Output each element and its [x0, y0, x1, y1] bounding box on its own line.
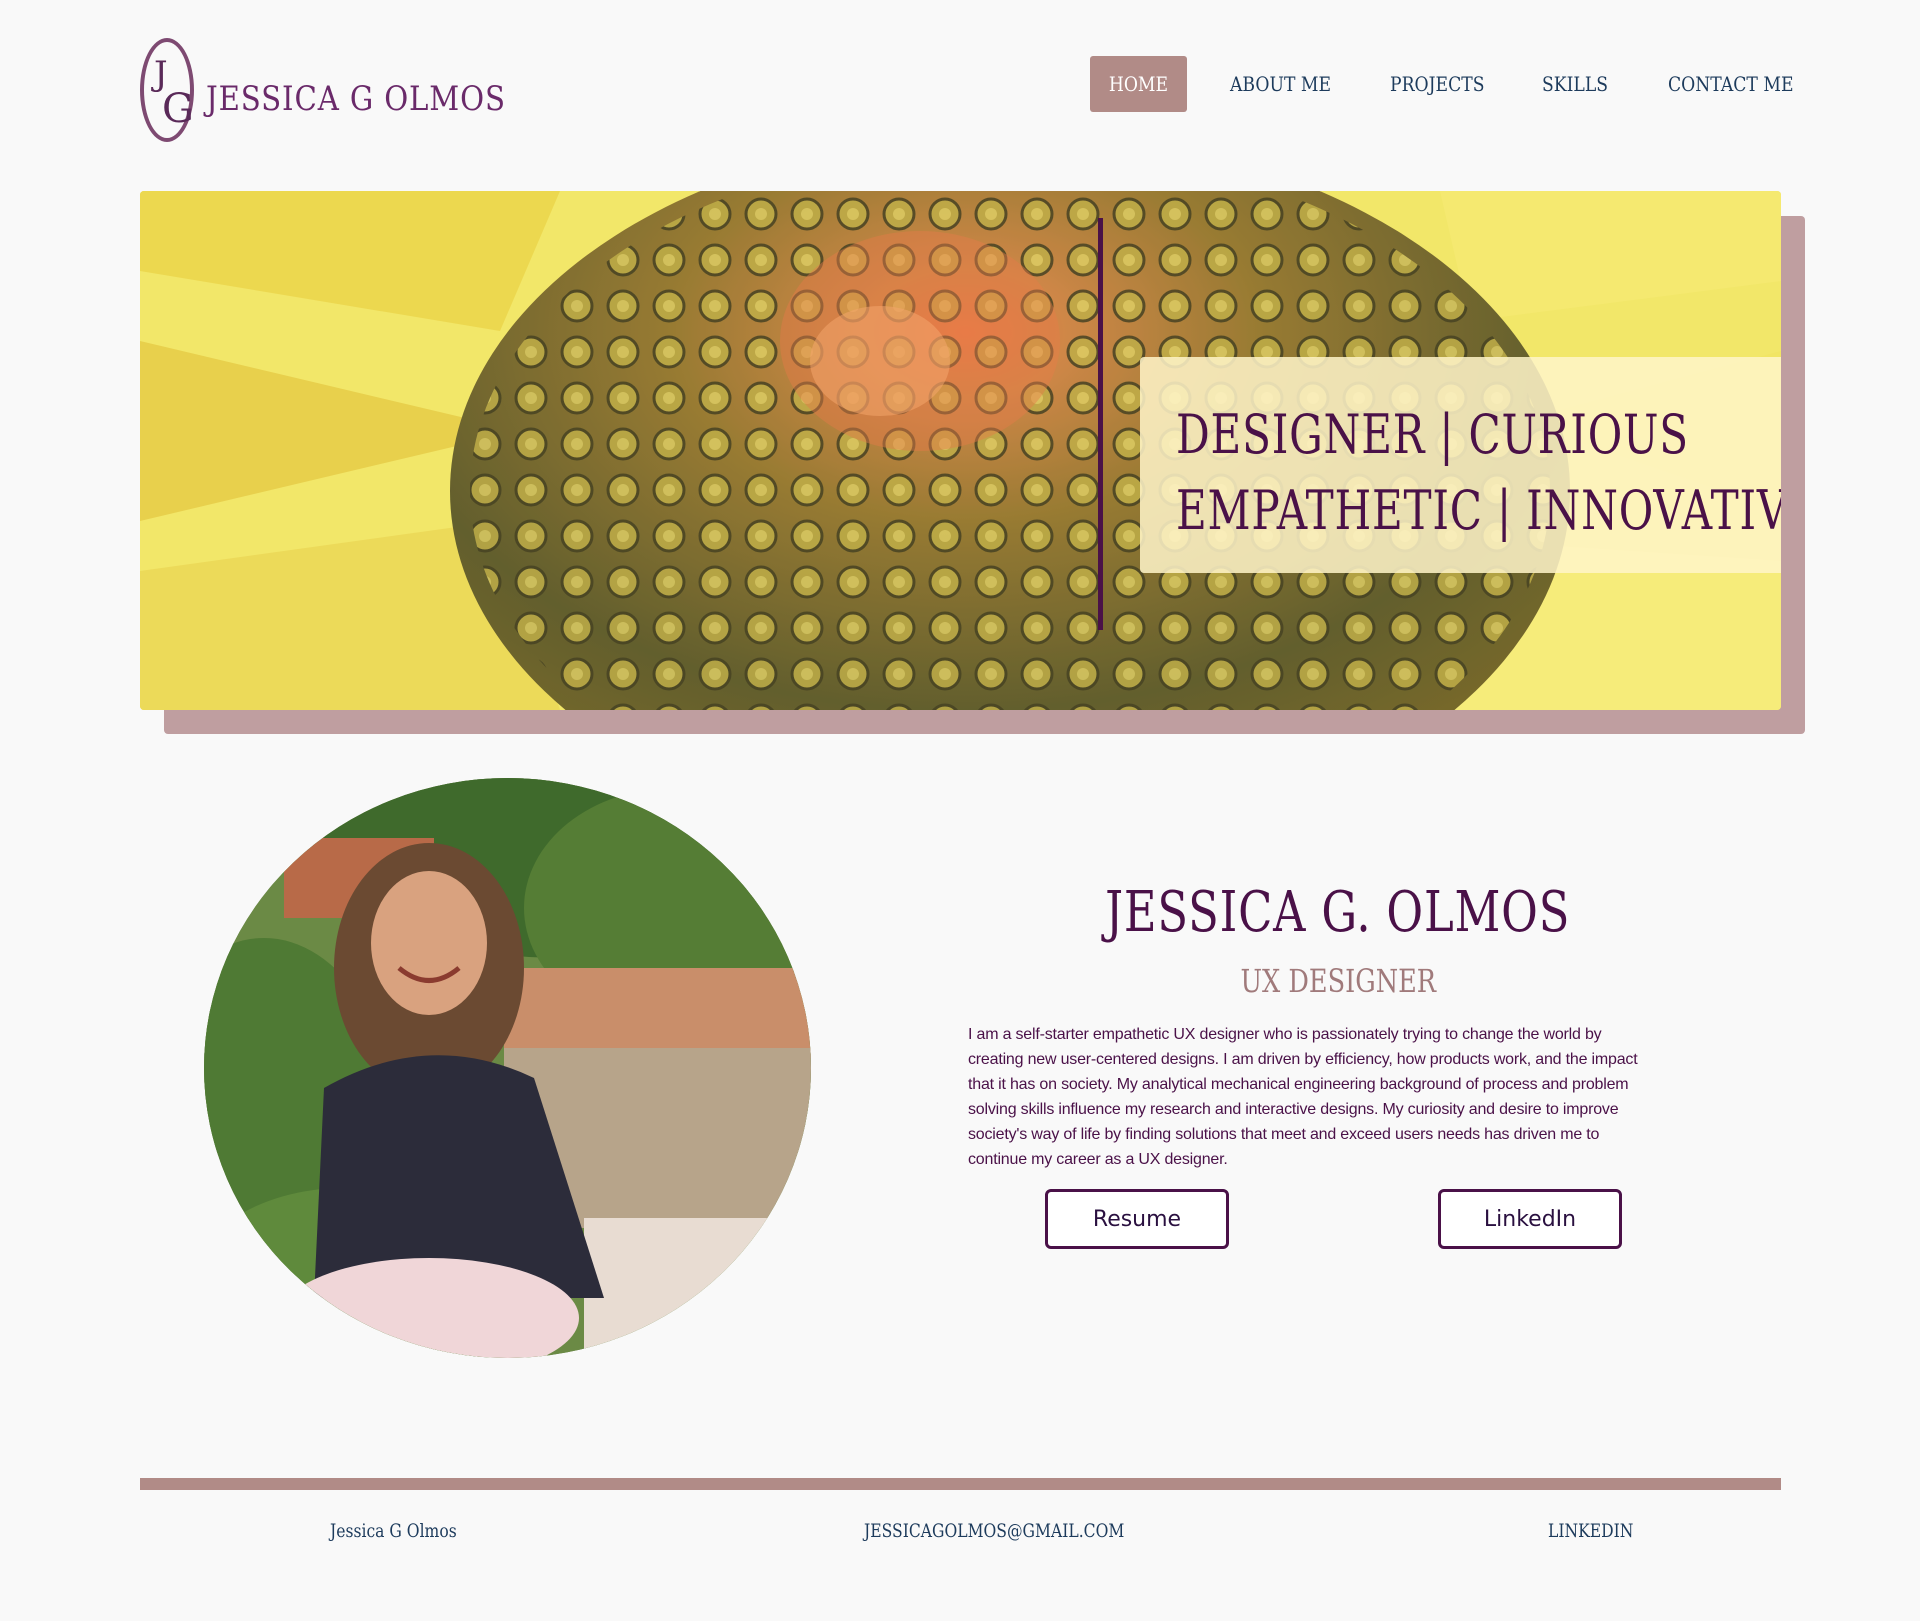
brand-name: JESSICA G OLMOS [206, 79, 506, 119]
monogram-logo-icon: J G [140, 38, 194, 142]
nav-item-projects[interactable]: PROJECTS [1390, 56, 1484, 112]
nav-item-contact-me[interactable]: CONTACT ME [1668, 56, 1794, 112]
nav-item-home[interactable]: HOME [1090, 56, 1187, 112]
tagline-box: DESIGNER | CURIOUS EMPATHETIC | INNOVATI… [1140, 357, 1781, 573]
profile-title: UX DESIGNER [1240, 962, 1436, 1000]
footer-email-link[interactable]: JESSICAGOLMOS@GMAIL.COM [864, 1520, 1124, 1542]
profile-photo [204, 778, 811, 1358]
hero-divider-line [1098, 218, 1103, 630]
tagline-line-1: DESIGNER | CURIOUS [1176, 403, 1689, 466]
monogram-letter-g: G [162, 86, 194, 132]
monogram-letter-j: J [154, 54, 167, 94]
footer-divider [140, 1478, 1781, 1490]
footer-name: Jessica G Olmos [330, 1520, 457, 1542]
nav-item-about-me[interactable]: ABOUT ME [1230, 56, 1331, 112]
logo[interactable]: J G JESSICA G OLMOS [140, 38, 555, 142]
site-header: J G JESSICA G OLMOS HOME ABOUT ME PROJEC… [0, 0, 1920, 190]
tagline-line-2: EMPATHETIC | INNOVATIVE [1176, 479, 1781, 542]
nav-item-skills[interactable]: SKILLS [1542, 56, 1608, 112]
resume-button[interactable]: Resume [1045, 1189, 1229, 1249]
linkedin-button[interactable]: LinkedIn [1438, 1189, 1622, 1249]
portrait-image [204, 778, 811, 1358]
footer-linkedin-link[interactable]: LINKEDIN [1548, 1520, 1633, 1542]
profile-bio: I am a self-starter empathetic UX design… [968, 1026, 1638, 1168]
profile-name: JESSICA G. OLMOS [1105, 880, 1571, 945]
hero-banner: DESIGNER | CURIOUS EMPATHETIC | INNOVATI… [140, 191, 1781, 710]
